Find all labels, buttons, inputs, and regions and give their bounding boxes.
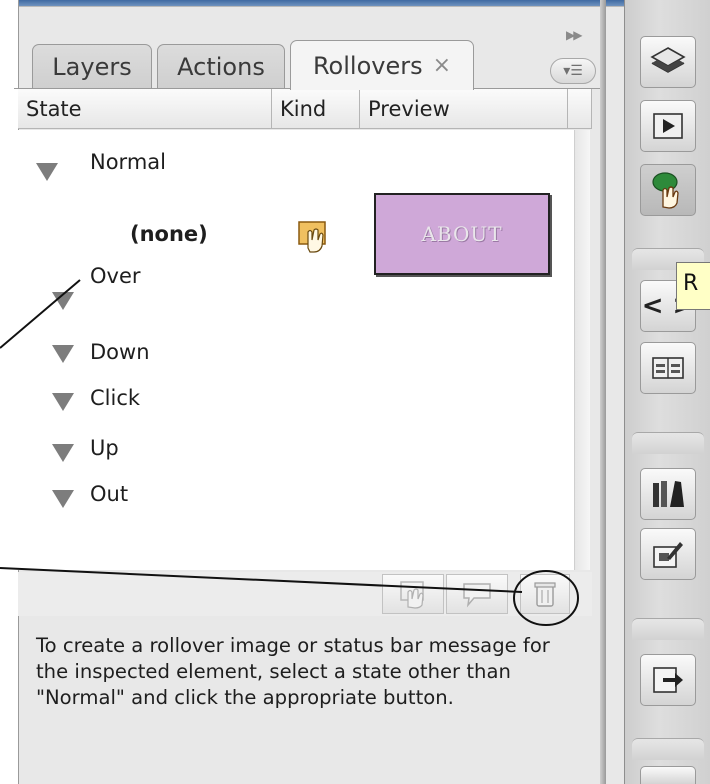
state-label: Click	[90, 386, 141, 410]
close-icon[interactable]: ×	[433, 53, 451, 78]
rollover-preview-image: ABOUT	[374, 193, 550, 275]
dock-button-actions[interactable]	[640, 100, 696, 152]
disclosure-triangle-icon[interactable]	[52, 393, 74, 411]
tab-actions[interactable]: Actions	[157, 44, 285, 88]
dock-button-edit[interactable]	[640, 528, 696, 580]
tab-label: Layers	[52, 52, 132, 81]
disclosure-triangle-icon[interactable]	[52, 444, 74, 462]
dock-button-partial[interactable]	[640, 766, 696, 784]
dock-button-library[interactable]	[640, 468, 696, 520]
column-header-kind[interactable]: Kind	[272, 89, 360, 129]
dock-group-divider	[632, 738, 704, 760]
column-label: Kind	[280, 96, 327, 121]
state-label: Normal	[90, 150, 166, 174]
help-text: To create a rollover image or status bar…	[36, 634, 550, 709]
disclosure-triangle-icon[interactable]	[52, 490, 74, 508]
collapse-arrows-icon[interactable]: ▶▶	[566, 28, 583, 42]
panel-edge	[600, 0, 606, 784]
rollover-hand-icon	[298, 221, 326, 253]
dock-button-rollovers[interactable]	[640, 164, 696, 216]
edit-icon	[653, 542, 683, 568]
dock-group-divider	[632, 432, 704, 454]
state-label: Out	[90, 482, 129, 506]
dock-group-divider	[632, 618, 704, 640]
column-header-spacer	[568, 89, 592, 129]
library-icon	[653, 481, 684, 507]
trash-icon	[534, 582, 556, 607]
export-icon	[653, 667, 683, 693]
state-value: (none)	[130, 222, 208, 246]
dock-button-layers[interactable]	[640, 36, 696, 88]
layers-icon	[650, 47, 686, 73]
rollover-image-icon	[400, 581, 424, 609]
state-label: Up	[90, 436, 119, 460]
scrollbar[interactable]	[574, 130, 590, 570]
column-header-preview[interactable]: Preview	[360, 89, 568, 129]
tooltip: R	[676, 262, 710, 310]
disclosure-triangle-icon[interactable]	[36, 163, 58, 181]
panel-menu-icon[interactable]: ▾☰	[550, 58, 596, 84]
column-label: Preview	[368, 96, 450, 121]
state-label: Down	[90, 340, 150, 364]
preview-text: ABOUT	[421, 222, 503, 246]
tab-label: Actions	[177, 52, 265, 81]
tab-rollovers[interactable]: Rollovers ×	[290, 40, 474, 90]
create-status-message-button[interactable]	[446, 574, 508, 614]
delete-button[interactable]	[520, 574, 570, 614]
dock-button-export[interactable]	[640, 654, 696, 706]
panel-titlebar	[19, 0, 625, 20]
actions-icon	[653, 113, 683, 139]
tab-layers[interactable]: Layers	[32, 44, 152, 88]
column-header-state[interactable]: State	[18, 89, 272, 129]
create-rollover-image-button[interactable]	[382, 574, 444, 614]
column-label: State	[26, 96, 82, 121]
table-icon	[652, 357, 684, 379]
disclosure-triangle-icon[interactable]	[52, 292, 74, 310]
disclosure-triangle-icon[interactable]	[52, 345, 74, 363]
status-message-icon	[463, 583, 491, 608]
state-label: Over	[90, 264, 141, 288]
tab-label: Rollovers	[312, 51, 423, 80]
dock-button-table[interactable]	[640, 342, 696, 394]
rollovers-icon	[652, 172, 679, 209]
